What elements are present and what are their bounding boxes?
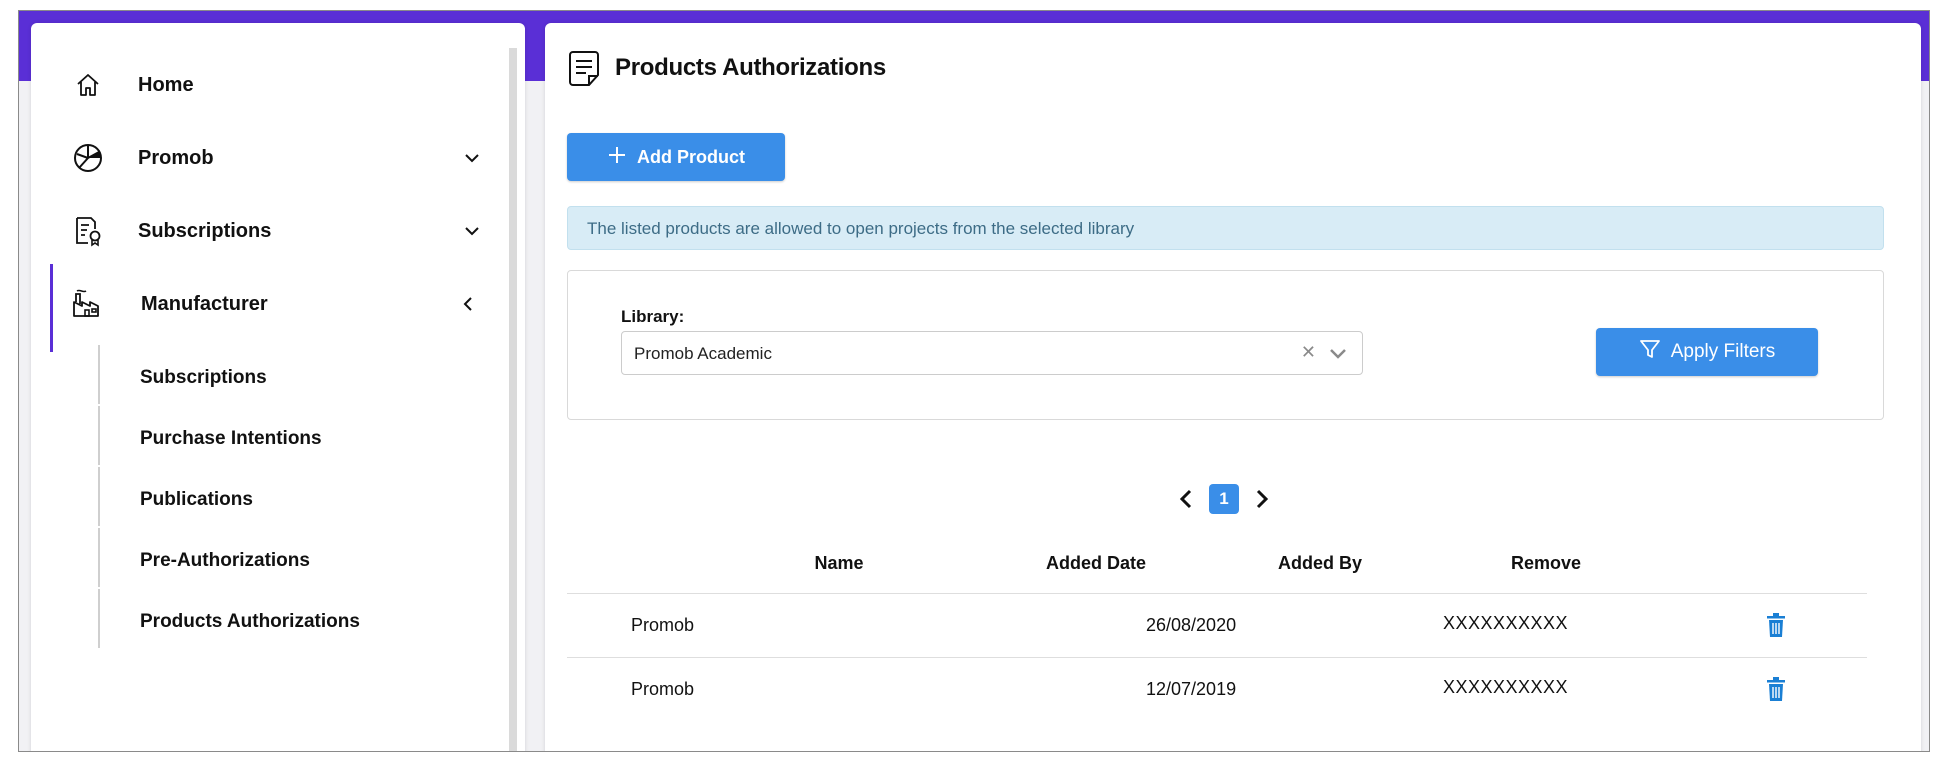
info-banner: The listed products are allowed to open … <box>567 206 1884 250</box>
submenu-item-purchase-intentions[interactable]: Purchase Intentions <box>140 428 322 450</box>
app-frame: Home Promob Subscriptions Manufacturer S… <box>18 10 1930 752</box>
add-product-button[interactable]: Add Product <box>567 133 785 181</box>
main-panel: Products Authorizations Add Product The … <box>545 23 1921 751</box>
submenu-item-subscriptions[interactable]: Subscriptions <box>140 367 267 389</box>
cell-added-by: XXXXXXXXXX <box>1443 613 1569 633</box>
row-divider <box>567 657 1867 658</box>
promob-icon <box>71 141 105 175</box>
chevron-left-icon[interactable] <box>1175 487 1197 511</box>
sidebar-item-label: Home <box>138 73 194 96</box>
trash-icon[interactable] <box>1765 612 1787 638</box>
chevron-down-icon[interactable] <box>1328 344 1348 364</box>
clear-icon[interactable]: ✕ <box>1301 342 1316 363</box>
submenu-line <box>98 406 100 465</box>
chevron-down-icon[interactable] <box>463 222 481 240</box>
page-number[interactable]: 1 <box>1209 484 1239 514</box>
submenu-item-products-authorizations[interactable]: Products Authorizations <box>140 611 360 633</box>
sidebar-item-promob[interactable]: Promob <box>31 118 501 198</box>
cell-added-date: 26/08/2020 <box>1146 615 1237 635</box>
submenu-line <box>98 528 100 587</box>
chevron-left-icon[interactable] <box>459 295 477 313</box>
sidebar-item-manufacturer[interactable]: Manufacturer <box>31 264 501 344</box>
sidebar: Home Promob Subscriptions Manufacturer S… <box>31 23 525 751</box>
plus-icon <box>607 145 627 170</box>
sidebar-item-label: Subscriptions <box>138 219 272 242</box>
column-header-name: Name <box>814 553 864 573</box>
trash-icon[interactable] <box>1765 676 1787 702</box>
factory-icon <box>71 287 105 321</box>
chevron-down-icon[interactable] <box>463 149 481 167</box>
cell-name: Promob <box>631 615 695 635</box>
column-header-remove: Remove <box>1510 553 1582 573</box>
submenu-item-publications[interactable]: Publications <box>140 489 253 511</box>
column-header-added-by: Added By <box>1277 553 1362 573</box>
cell-name: Promob <box>631 679 695 699</box>
cell-added-by: XXXXXXXXXX <box>1443 677 1569 697</box>
library-value: Promob Academic <box>634 344 772 363</box>
subscriptions-icon <box>71 214 105 248</box>
submenu-item-pre-authorizations[interactable]: Pre-Authorizations <box>140 550 310 572</box>
column-header-added-date: Added Date <box>1045 553 1146 573</box>
submenu-line <box>98 467 100 526</box>
apply-filters-button[interactable]: Apply Filters <box>1596 328 1818 376</box>
sidebar-item-subscriptions[interactable]: Subscriptions <box>31 191 501 271</box>
filter-panel: Library: Promob Academic ✕ Apply Filters <box>567 270 1884 420</box>
apply-filters-label: Apply Filters <box>1670 341 1776 362</box>
document-icon <box>567 51 601 87</box>
library-select[interactable]: Promob Academic ✕ <box>621 331 1363 375</box>
row-divider <box>567 593 1867 594</box>
chevron-right-icon[interactable] <box>1251 487 1273 511</box>
library-label: Library: <box>621 307 685 326</box>
cell-added-date: 12/07/2019 <box>1146 679 1237 699</box>
sidebar-scrollbar[interactable] <box>509 48 517 751</box>
page-title: Products Authorizations <box>615 54 886 81</box>
submenu-line <box>98 345 100 404</box>
sidebar-item-home[interactable]: Home <box>31 45 501 125</box>
add-product-label: Add Product <box>637 146 745 167</box>
sidebar-item-label: Promob <box>138 146 214 169</box>
filter-icon <box>1639 338 1661 366</box>
sidebar-item-label: Manufacturer <box>141 292 268 315</box>
pagination: 1 <box>1175 483 1273 515</box>
submenu-line <box>98 589 100 648</box>
home-icon <box>71 68 105 102</box>
